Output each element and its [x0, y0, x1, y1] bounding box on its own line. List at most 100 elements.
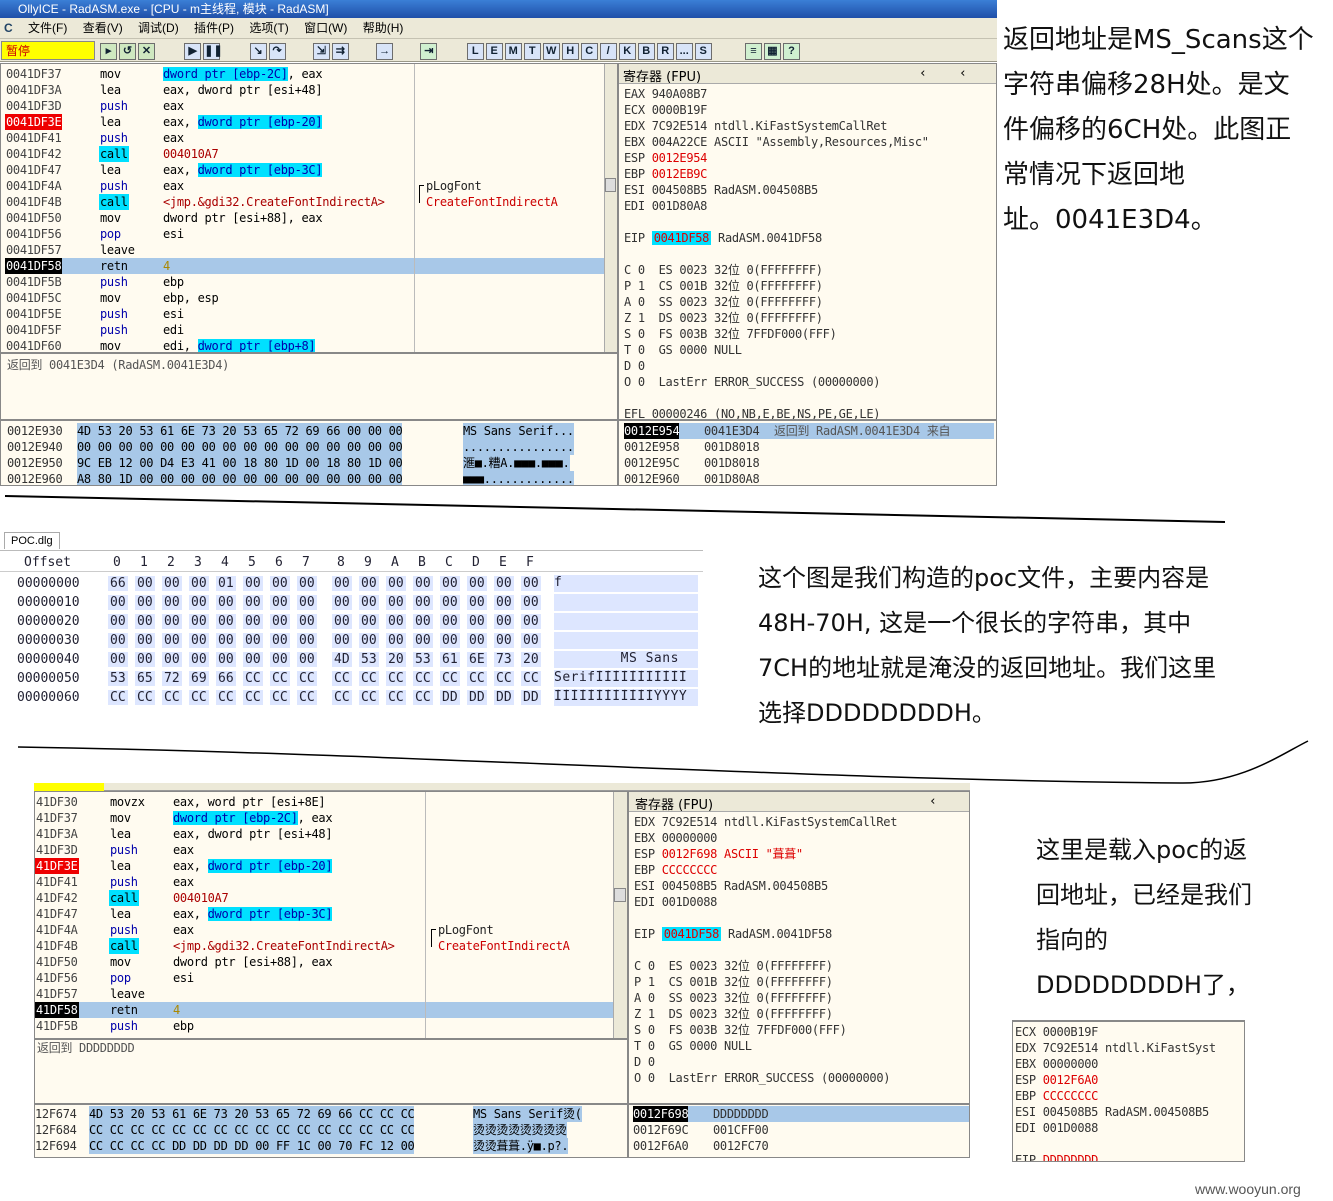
poc-row[interactable]: 00000050 53 65 72 69 66 CC CC CC CC CC CC CC CC CC CC CC…	[0, 669, 703, 688]
menu-window[interactable]: 窗口(W)	[298, 18, 353, 39]
step-into-icon[interactable]: ↘	[249, 43, 267, 60]
help-icon[interactable]: ?	[782, 43, 800, 60]
disasm-row[interactable]: 0041DF41 push eax	[5, 130, 605, 146]
disasm-row[interactable]: 0041DF60 mov edi, dword ptr [ebp+8]	[5, 338, 605, 352]
disasm-address: 0041DF47	[6, 163, 62, 177]
dump-row[interactable]: 0012E940 00 00 00 00 00 00 00 00 00 00 00…	[7, 439, 607, 455]
scrollbar-thumb[interactable]	[605, 178, 616, 192]
disasm-row[interactable]: 41DF3D push eax	[35, 842, 615, 858]
disasm-row[interactable]: 0041DF57 leave	[5, 242, 605, 258]
disasm-row[interactable]: 0041DF56 pop esi	[5, 226, 605, 242]
toolbar-btn-r[interactable]: R	[656, 43, 674, 60]
pause-icon[interactable]: ❚❚	[203, 43, 223, 60]
stack-row[interactable]: 0012E95C 001D8018	[624, 455, 994, 471]
prev-icon[interactable]: ‹	[919, 66, 927, 81]
disasm-row[interactable]: 41DF5B push ebp	[35, 1018, 615, 1034]
disasm-row[interactable]: 41DF57 leave	[35, 986, 615, 1002]
menu-help[interactable]: 帮助(H)	[357, 18, 410, 39]
poc-row[interactable]: 00000020 00 00 00 00 00 00 00 00 00 00 00 00 00 00 00 00	[0, 612, 703, 631]
menu-app-icon[interactable]: C	[0, 18, 19, 39]
scrollbar-track[interactable]	[604, 64, 617, 352]
poc-row[interactable]: 00000060 CC CC CC CC CC CC CC CC CC CC CC CC DD DD DD DD…	[0, 688, 703, 707]
toolbar-btn-e[interactable]: E	[485, 43, 503, 60]
back-icon[interactable]: ‹	[959, 66, 967, 81]
trace-over-icon[interactable]: ⇉	[331, 43, 349, 60]
stack-row[interactable]: 0012E954 0041E3D4 返回到 RadASM.0041E3D4 来自	[624, 423, 994, 439]
menu-debug[interactable]: 调试(D)	[132, 18, 185, 39]
dump-row[interactable]: 0012E930 4D 53 20 53 61 6E 73 20 53 65 72…	[7, 423, 607, 439]
disasm-row[interactable]: 0041DF5F push edi	[5, 322, 605, 338]
bottom-scrollbar-thumb[interactable]	[614, 888, 626, 902]
stack-row[interactable]: 0012F69C 001CFF00	[633, 1122, 969, 1138]
disasm-row[interactable]: 41DF30 movzx eax, word ptr [esi+8E]	[35, 794, 615, 810]
list-icon[interactable]: ≡	[744, 43, 762, 60]
toolbar-btn-h[interactable]: H	[561, 43, 579, 60]
toolbar-btn-s[interactable]: S	[694, 43, 712, 60]
disasm-row[interactable]: 0041DF3D push eax	[5, 98, 605, 114]
disasm-row[interactable]: 0041DF4A push eax	[5, 178, 605, 194]
poc-byte: CC	[270, 690, 290, 705]
poc-row[interactable]: 00000010 00 00 00 00 00 00 00 00 00 00 00 00 00 00 00 00	[0, 593, 703, 612]
disasm-row[interactable]: 41DF4A push eax	[35, 922, 615, 938]
run-icon[interactable]: ▶	[184, 43, 202, 60]
dump-row[interactable]: 12F684 CC CC CC CC CC CC CC CC CC CC CC C…	[35, 1122, 627, 1138]
poc-row[interactable]: 00000000 66 00 00 00 01 00 00 00 00 00 00 00 00 00 00 00…	[0, 574, 703, 593]
bottom-scrollbar-track[interactable]	[613, 792, 627, 1038]
disasm-row[interactable]: 0041DF5C mov ebp, esp	[5, 290, 605, 306]
menu-plugins[interactable]: 插件(P)	[188, 18, 240, 39]
disasm-row[interactable]: 41DF56 pop esi	[35, 970, 615, 986]
stack-row[interactable]: 0012F6A0 0012FC70	[633, 1138, 969, 1154]
disasm-row[interactable]: 41DF50 mov dword ptr [esi+88], eax	[35, 954, 615, 970]
execute-till-return-icon[interactable]: →	[376, 43, 394, 60]
disasm-row[interactable]: 41DF41 push eax	[35, 874, 615, 890]
stack-row[interactable]: 0012E958 001D8018	[624, 439, 994, 455]
menu-options[interactable]: 选项(T)	[243, 18, 294, 39]
restart-icon[interactable]: ↺	[119, 43, 136, 60]
register-line: EBP 0012EB9C	[624, 166, 994, 182]
menu-view[interactable]: 查看(V)	[77, 18, 129, 39]
stack-row[interactable]: 0012F698 DDDDDDDD	[633, 1106, 969, 1122]
toolbar-btn-m[interactable]: M	[504, 43, 522, 60]
stack-row[interactable]: 0012E960 001D80A8	[624, 471, 994, 485]
trace-into-icon[interactable]: ⇲	[312, 43, 330, 60]
toolbar-btn-b[interactable]: B	[637, 43, 655, 60]
poc-tab[interactable]: POC.dlg	[4, 532, 60, 549]
disasm-operands: eax, dword ptr [ebp-20]	[163, 114, 323, 130]
disasm-row[interactable]: 41DF42 call 004010A7	[35, 890, 615, 906]
disasm-row[interactable]: 0041DF5E push esi	[5, 306, 605, 322]
step-over-icon[interactable]: ↷	[268, 43, 286, 60]
disasm-row[interactable]: 0041DF50 mov dword ptr [esi+88], eax	[5, 210, 605, 226]
poc-byte: 73	[494, 652, 514, 667]
toolbar-btn-t[interactable]: T	[523, 43, 541, 60]
disasm-row[interactable]: 0041DF3E lea eax, dword ptr [ebp-20]	[5, 114, 605, 130]
disasm-row[interactable]: 41DF3A lea eax, dword ptr [esi+48]	[35, 826, 615, 842]
dump-row[interactable]: 0012E960 A8 80 1D 00 00 00 00 00 00 00 00…	[7, 471, 607, 485]
disasm-row[interactable]: 0041DF47 lea eax, dword ptr [ebp-3C]	[5, 162, 605, 178]
dump-row[interactable]: 12F674 4D 53 20 53 61 6E 73 20 53 65 72 6…	[35, 1106, 627, 1122]
bottom-back-icon[interactable]: ‹	[929, 794, 937, 809]
toolbar-btn-dots[interactable]: ...	[675, 43, 693, 60]
disasm-row[interactable]: 0041DF42 call 004010A7	[5, 146, 605, 162]
dump-row[interactable]: 12F694 CC CC CC CC DD DD DD DD 00 FF 1C 0…	[35, 1138, 627, 1154]
poc-row[interactable]: 00000030 00 00 00 00 00 00 00 00 00 00 00 00 00 00 00 00	[0, 631, 703, 650]
disasm-row[interactable]: 0041DF37 mov dword ptr [ebp-2C], eax	[5, 66, 605, 82]
poc-row[interactable]: 00000040 00 00 00 00 00 00 00 00 4D 53 20 53 61 6E 73 20…	[0, 650, 703, 669]
toolbar-btn-slash[interactable]: /	[599, 43, 617, 60]
toolbar-btn-c[interactable]: C	[580, 43, 598, 60]
toolbar-btn-l[interactable]: L	[466, 43, 484, 60]
disasm-row[interactable]: 41DF47 lea eax, dword ptr [ebp-3C]	[35, 906, 615, 922]
disasm-row[interactable]: 0041DF3A lea eax, dword ptr [esi+48]	[5, 82, 605, 98]
close-icon[interactable]: ✕	[138, 43, 155, 60]
disasm-row[interactable]: 41DF58 retn 4	[35, 1002, 615, 1018]
disasm-row[interactable]: 41DF37 mov dword ptr [ebp-2C], eax	[35, 810, 615, 826]
open-icon[interactable]: ▸	[100, 43, 117, 60]
disasm-row[interactable]: 41DF3E lea eax, dword ptr [ebp-20]	[35, 858, 615, 874]
disasm-row[interactable]: 0041DF58 retn 4	[5, 258, 605, 274]
toolbar-btn-w[interactable]: W	[542, 43, 560, 60]
dump-row[interactable]: 0012E950 9C EB 12 00 D4 E3 41 00 18 80 1D…	[7, 455, 607, 471]
menu-file[interactable]: 文件(F)	[22, 18, 73, 39]
goto-icon[interactable]: ⇥	[420, 43, 438, 60]
disasm-row[interactable]: 0041DF5B push ebp	[5, 274, 605, 290]
toolbar-btn-k[interactable]: K	[618, 43, 636, 60]
grid-icon[interactable]: ▦	[763, 43, 781, 60]
